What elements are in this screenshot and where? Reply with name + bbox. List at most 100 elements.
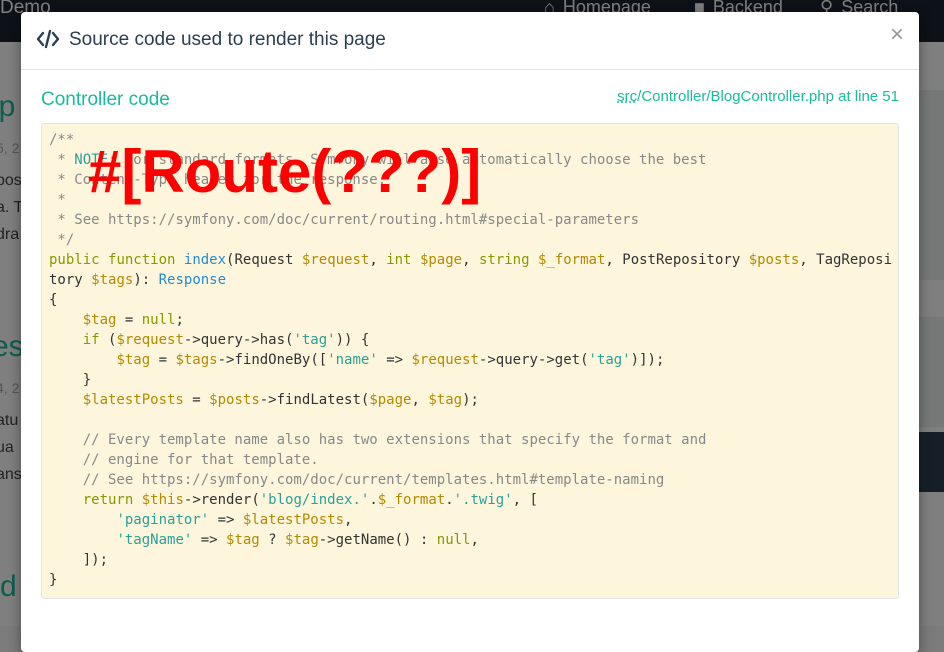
code-token: '.twig' [453, 492, 513, 508]
code-token: $_format [377, 492, 446, 508]
code-token: (Request [226, 252, 302, 268]
code-token: tory [49, 272, 92, 288]
code-token: // engine for that template. [82, 452, 319, 468]
code-token: if [82, 332, 100, 348]
code-token: $_format [537, 252, 606, 268]
code-token: int [386, 252, 412, 268]
code-line: } [49, 370, 891, 390]
code-token: , [ [512, 492, 538, 508]
code-token: => [192, 532, 227, 548]
code-token: * See https://symfony.com/doc/current/ro… [49, 212, 640, 228]
code-line: { [49, 290, 891, 310]
code-token: $latestPosts [242, 512, 345, 528]
code-line: 'tagName' => $tag ? $tag->getName() : nu… [49, 530, 891, 550]
source-code-modal: Source code used to render this page × C… [21, 12, 919, 652]
modal-title: Source code used to render this page [69, 29, 386, 50]
code-line: $tag = $tags->findOneBy(['name' => $requ… [49, 350, 891, 370]
code-line: * See https://symfony.com/doc/current/ro… [49, 210, 891, 230]
code-token: // Every template name also has two exte… [82, 432, 707, 448]
controller-code-heading: Controller code [41, 89, 170, 110]
code-token: $tags [91, 272, 134, 288]
code-token: ( [99, 332, 117, 348]
code-line: $latestPosts = $posts->findLatest($page,… [49, 390, 891, 410]
code-line: */ [49, 230, 891, 250]
code-token: $tag [226, 532, 260, 548]
code-token: $page [369, 392, 412, 408]
code-line: 'paginator' => $latestPosts, [49, 510, 891, 530]
code-line: if ($request->query->has('tag')) { [49, 330, 891, 350]
code-token: => [377, 352, 412, 368]
code-token: , [411, 392, 429, 408]
code-icon [36, 29, 60, 49]
code-token: = [116, 312, 142, 328]
code-token: => [209, 512, 243, 528]
code-token: ->findOneBy([ [217, 352, 328, 368]
code-token: $page [419, 252, 463, 268]
close-button[interactable]: × [887, 22, 907, 48]
code-token: $latestPosts [82, 392, 184, 408]
code-token: /** [49, 132, 75, 148]
code-token: null [141, 312, 176, 328]
code-line: // engine for that template. [49, 450, 891, 470]
code-line: // See https://symfony.com/doc/current/t… [49, 470, 891, 490]
code-token: null [436, 532, 471, 548]
code-token: , PostRepository [605, 252, 749, 268]
file-path: /Controller/BlogController.php at line 5… [637, 88, 899, 105]
code-token: string [478, 252, 530, 268]
code-token: 'tag' [293, 332, 336, 348]
code-token: 'tag' [588, 352, 631, 368]
code-token: $posts [209, 392, 260, 408]
code-token: ? [259, 532, 286, 548]
code-token: ; [175, 312, 184, 328]
code-token: $request [116, 332, 184, 348]
file-reference-link[interactable]: src/Controller/BlogController.php at lin… [617, 88, 899, 105]
code-token: $tags [175, 352, 218, 368]
code-line: tory $tags): Response [49, 270, 891, 290]
code-token: $posts [748, 252, 800, 268]
code-token: } [49, 572, 58, 588]
code-token: * [49, 152, 75, 168]
code-token: , [344, 512, 353, 528]
code-token: . [369, 492, 378, 508]
code-line: } [49, 570, 891, 590]
code-token: )) { [335, 332, 370, 348]
code-token: . [445, 492, 454, 508]
code-token: 'name' [327, 352, 378, 368]
code-token: ]); [49, 552, 109, 568]
code-token: 'paginator' [116, 512, 210, 528]
code-token: Response [158, 272, 227, 288]
code-token: return [82, 492, 134, 508]
code-token: // See https://symfony.com/doc/current/t… [82, 472, 665, 488]
code-token: } [49, 372, 92, 388]
code-line: ]); [49, 550, 891, 570]
code-token: 'tagName' [116, 532, 193, 548]
code-token: = [183, 392, 210, 408]
route-annotation-overlay: #[Route(???)] [88, 138, 482, 205]
code-token: ->findLatest( [259, 392, 370, 408]
code-token: function [108, 252, 176, 268]
code-token: $tag [82, 312, 117, 328]
code-token: , [470, 532, 479, 548]
code-token: )]); [630, 352, 665, 368]
code-line: return $this->render('blog/index.'.$_for… [49, 490, 891, 510]
file-dir: src [617, 88, 638, 105]
code-token: = [150, 352, 176, 368]
code-token: */ [49, 232, 75, 248]
code-token: , [369, 252, 387, 268]
code-token: $request [411, 352, 479, 368]
